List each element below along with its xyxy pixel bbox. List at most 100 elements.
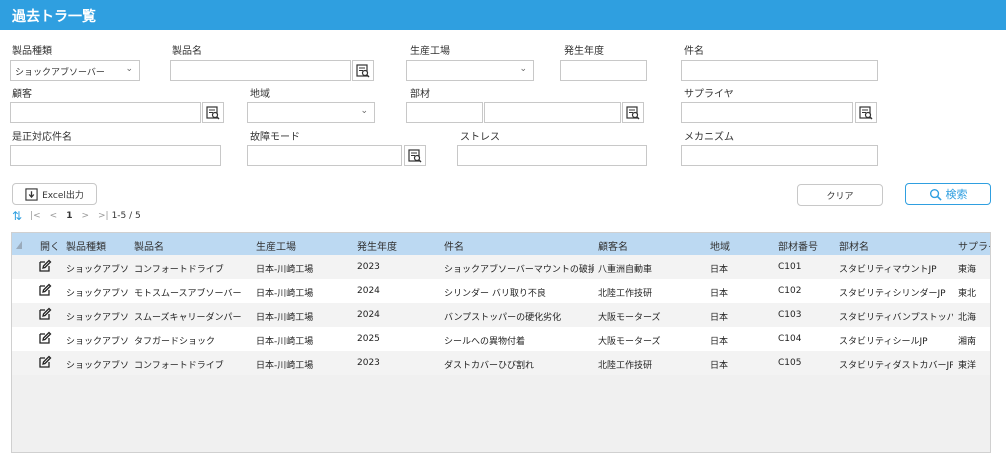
failure-mode-lookup-button[interactable] bbox=[404, 145, 426, 166]
product-name-input[interactable] bbox=[170, 60, 351, 81]
region-select[interactable]: ⌄ bbox=[247, 102, 375, 123]
product-name-lookup-button[interactable] bbox=[352, 60, 374, 81]
header-factory[interactable]: 生産工場 bbox=[256, 238, 296, 253]
cell-part-number: C104 bbox=[778, 334, 802, 344]
excel-export-button[interactable]: Excel出力 bbox=[12, 183, 97, 205]
header-part-name[interactable]: 部材名 bbox=[839, 238, 869, 253]
cell-factory: 日本-川崎工場 bbox=[256, 337, 314, 347]
cell-product-name: タフガードショック bbox=[134, 337, 216, 347]
header-region[interactable]: 地域 bbox=[710, 238, 730, 253]
cell-supplier: 湘南 bbox=[958, 337, 977, 347]
search-icon bbox=[929, 188, 942, 201]
header-open[interactable]: 開く bbox=[40, 238, 60, 253]
product-type-select[interactable]: ショックアブソーバー ⌄ bbox=[10, 60, 140, 81]
prev-page-button[interactable]: < bbox=[50, 211, 58, 221]
cell-part-name: スタビリティシールJP bbox=[839, 337, 928, 347]
cell-part-number: C105 bbox=[778, 358, 802, 368]
cell-part-number: C101 bbox=[778, 262, 802, 272]
customer-input[interactable] bbox=[10, 102, 201, 123]
cell-region: 日本 bbox=[710, 289, 729, 299]
edit-icon[interactable] bbox=[38, 355, 52, 369]
cell-subject: バンプストッパーの硬化劣化 bbox=[444, 313, 562, 323]
corrective-label: 是正対応件名 bbox=[12, 132, 72, 143]
supplier-lookup-button[interactable] bbox=[855, 102, 877, 123]
subject-input[interactable] bbox=[681, 60, 878, 81]
header-part-number[interactable]: 部材番号 bbox=[778, 238, 818, 253]
edit-icon[interactable] bbox=[38, 331, 52, 345]
header-product-type[interactable]: 製品種類 bbox=[66, 238, 106, 253]
search-button[interactable]: 検索 bbox=[905, 183, 991, 205]
failure-mode-label: 故障モード bbox=[250, 132, 300, 143]
last-page-button[interactable]: >| bbox=[98, 211, 109, 221]
cell-product-name: コンフォートドライブ bbox=[134, 361, 224, 371]
stress-label: ストレス bbox=[460, 132, 500, 143]
year-input[interactable] bbox=[560, 60, 647, 81]
mechanism-label: メカニズム bbox=[684, 132, 734, 143]
cell-part-name: スタビリティダストカバーJP bbox=[839, 361, 953, 371]
table-row[interactable]: ショックアブソーバー コンフォートドライブ 日本-川崎工場 2023 ダストカバ… bbox=[12, 351, 990, 375]
edit-icon[interactable] bbox=[38, 307, 52, 321]
header-supplier[interactable]: サプライ bbox=[958, 238, 990, 253]
cell-supplier: 東海 bbox=[958, 265, 977, 275]
title-bar: 過去トラ一覧 bbox=[0, 0, 1006, 30]
cell-part-name: スタビリティシリンダーJP bbox=[839, 289, 946, 299]
clear-button[interactable]: クリア bbox=[797, 184, 883, 206]
header-year[interactable]: 発生年度 bbox=[357, 238, 397, 253]
failure-mode-input[interactable] bbox=[247, 145, 402, 166]
cell-product-type: ショックアブソーバー bbox=[66, 265, 128, 275]
cell-supplier: 北海 bbox=[958, 313, 977, 323]
page-title: 過去トラ一覧 bbox=[12, 9, 96, 25]
current-page[interactable]: 1 bbox=[66, 211, 72, 221]
table-row[interactable]: ショックアブソーバー スムーズキャリーダンパー 日本-川崎工場 2024 バンプ… bbox=[12, 303, 990, 327]
edit-icon[interactable] bbox=[38, 283, 52, 297]
cell-year: 2023 bbox=[357, 358, 380, 368]
part-lookup-button[interactable] bbox=[622, 102, 644, 123]
table-row[interactable]: ショックアブソーバー タフガードショック 日本-川崎工場 2025 シールへの異… bbox=[12, 327, 990, 351]
customer-lookup-button[interactable] bbox=[202, 102, 224, 123]
factory-select[interactable]: ⌄ bbox=[406, 60, 534, 81]
sort-icon[interactable]: ⇅ bbox=[12, 209, 22, 223]
mechanism-input[interactable] bbox=[681, 145, 878, 166]
edit-icon[interactable] bbox=[38, 259, 52, 273]
cell-factory: 日本-川崎工場 bbox=[256, 361, 314, 371]
cell-product-type: ショックアブソーバー bbox=[66, 361, 128, 371]
cell-part-name: スタビリティバンプストッパーJP bbox=[839, 313, 953, 323]
cell-factory: 日本-川崎工場 bbox=[256, 313, 314, 323]
table-row[interactable]: ショックアブソーバー モトスムースアブソーバー 日本-川崎工場 2024 シリン… bbox=[12, 279, 990, 303]
result-grid: 開く 製品種類 製品名 生産工場 発生年度 件名 顧客名 地域 部材番号 部材名… bbox=[11, 232, 991, 453]
cell-factory: 日本-川崎工場 bbox=[256, 289, 314, 299]
cell-customer: 大阪モーターズ bbox=[598, 337, 661, 347]
year-label: 発生年度 bbox=[564, 46, 604, 57]
header-subject[interactable]: 件名 bbox=[444, 238, 464, 253]
subject-label: 件名 bbox=[684, 46, 704, 57]
product-name-label: 製品名 bbox=[172, 46, 202, 57]
clear-label: クリア bbox=[826, 191, 854, 202]
header-customer[interactable]: 顧客名 bbox=[598, 238, 628, 253]
download-icon bbox=[25, 187, 38, 201]
cell-year: 2024 bbox=[357, 286, 380, 296]
header-product-name[interactable]: 製品名 bbox=[134, 238, 164, 253]
cell-customer: 八重洲自動車 bbox=[598, 265, 653, 275]
part-name-input[interactable] bbox=[484, 102, 621, 123]
page-range: 1-5 / 5 bbox=[111, 211, 141, 221]
cell-product-type: ショックアブソーバー bbox=[66, 289, 128, 299]
cell-product-name: コンフォートドライブ bbox=[134, 265, 224, 275]
table-row[interactable]: ショックアブソーバー コンフォートドライブ 日本-川崎工場 2023 ショックア… bbox=[12, 255, 990, 279]
supplier-input[interactable] bbox=[681, 102, 853, 123]
cell-region: 日本 bbox=[710, 337, 729, 347]
cell-subject: シリンダー バリ取り不良 bbox=[444, 289, 546, 299]
first-page-button[interactable]: |< bbox=[30, 211, 41, 221]
corner-sort-icon bbox=[16, 241, 22, 249]
cell-customer: 大阪モーターズ bbox=[598, 313, 661, 323]
cell-subject: ショックアブソーバーマウントの破損 bbox=[444, 265, 594, 275]
next-page-button[interactable]: > bbox=[81, 211, 89, 221]
grid-header: 開く 製品種類 製品名 生産工場 発生年度 件名 顧客名 地域 部材番号 部材名… bbox=[12, 233, 990, 255]
cell-product-type: ショックアブソーバー bbox=[66, 337, 128, 347]
part-number-input[interactable] bbox=[406, 102, 483, 123]
corrective-input[interactable] bbox=[10, 145, 221, 166]
cell-region: 日本 bbox=[710, 313, 729, 323]
cell-year: 2025 bbox=[357, 334, 380, 344]
stress-input[interactable] bbox=[457, 145, 647, 166]
chevron-down-icon: ⌄ bbox=[125, 64, 133, 74]
cell-region: 日本 bbox=[710, 361, 729, 371]
